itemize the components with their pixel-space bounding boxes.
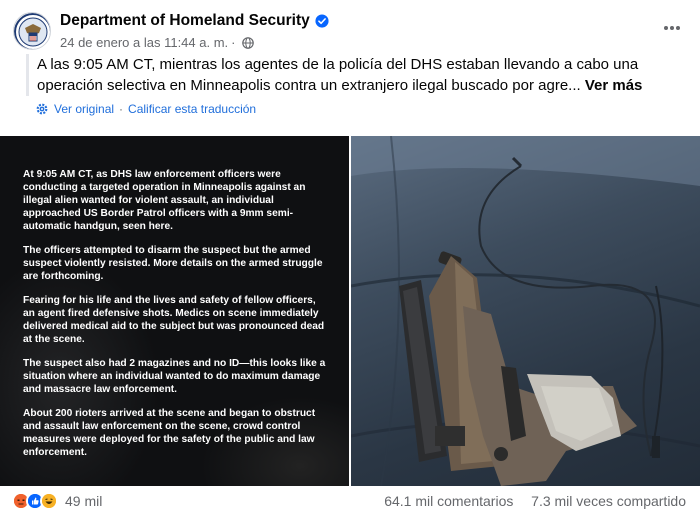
handgun-photo[interactable]: [351, 136, 700, 486]
meta-separator: ·: [231, 35, 236, 50]
engagement-stats: 64.1 mil comentarios 7.3 mil veces compa…: [384, 493, 686, 509]
dot-icon: [676, 26, 680, 30]
dot-icon: [670, 26, 674, 30]
post-media: At 9:05 AM CT, as DHS law enforcement of…: [0, 136, 700, 486]
post-footer: 49 mil 64.1 mil comentarios 7.3 mil vece…: [0, 486, 700, 524]
more-options-button[interactable]: [658, 18, 686, 38]
post-timestamp[interactable]: 24 de enero a las 11:44 a. m.: [60, 35, 228, 50]
post-header: Department of Homeland Security 24 de en…: [0, 0, 700, 56]
reaction-count: 49 mil: [65, 493, 103, 509]
reactions-summary[interactable]: 49 mil: [12, 492, 102, 510]
post-meta: 24 de enero a las 11:44 a. m. ·: [60, 35, 254, 50]
post-text: A las 9:05 AM CT, mientras los agentes d…: [26, 54, 676, 96]
verified-badge-icon: [315, 14, 329, 28]
rate-translation-link[interactable]: Calificar esta traducción: [128, 102, 256, 116]
translate-separator: ·: [119, 102, 124, 116]
page-name-link[interactable]: Department of Homeland Security: [60, 12, 310, 30]
globe-icon[interactable]: [241, 36, 254, 49]
see-original-link[interactable]: Ver original: [54, 102, 114, 116]
post-body: A las 9:05 AM CT, mientras los agentes d…: [37, 56, 639, 94]
statement-paragraph: At 9:05 AM CT, as DHS law enforcement of…: [23, 169, 306, 232]
page-avatar[interactable]: [13, 12, 51, 50]
statement-paragraph: About 200 rioters arrived at the scene a…: [23, 408, 316, 458]
shares-count-link[interactable]: 7.3 mil veces compartido: [531, 493, 686, 509]
haha-icon: [40, 492, 58, 510]
handgun-illustration: [351, 136, 700, 486]
statement-paragraph: Fearing for his life and the lives and s…: [23, 295, 325, 345]
statement-image[interactable]: At 9:05 AM CT, as DHS law enforcement of…: [0, 136, 349, 486]
translation-row: Ver original · Calificar esta traducción: [36, 102, 256, 116]
dot-icon: [664, 26, 668, 30]
see-more-link[interactable]: Ver más: [585, 77, 643, 94]
page-name-row: Department of Homeland Security: [60, 12, 329, 30]
comments-count-link[interactable]: 64.1 mil comentarios: [384, 493, 513, 509]
gear-icon: [36, 103, 48, 115]
statement-text: At 9:05 AM CT, as DHS law enforcement of…: [23, 168, 328, 470]
statement-paragraph: The officers attempted to disarm the sus…: [23, 245, 323, 282]
statement-paragraph: The suspect also had 2 magazines and no …: [23, 358, 326, 395]
